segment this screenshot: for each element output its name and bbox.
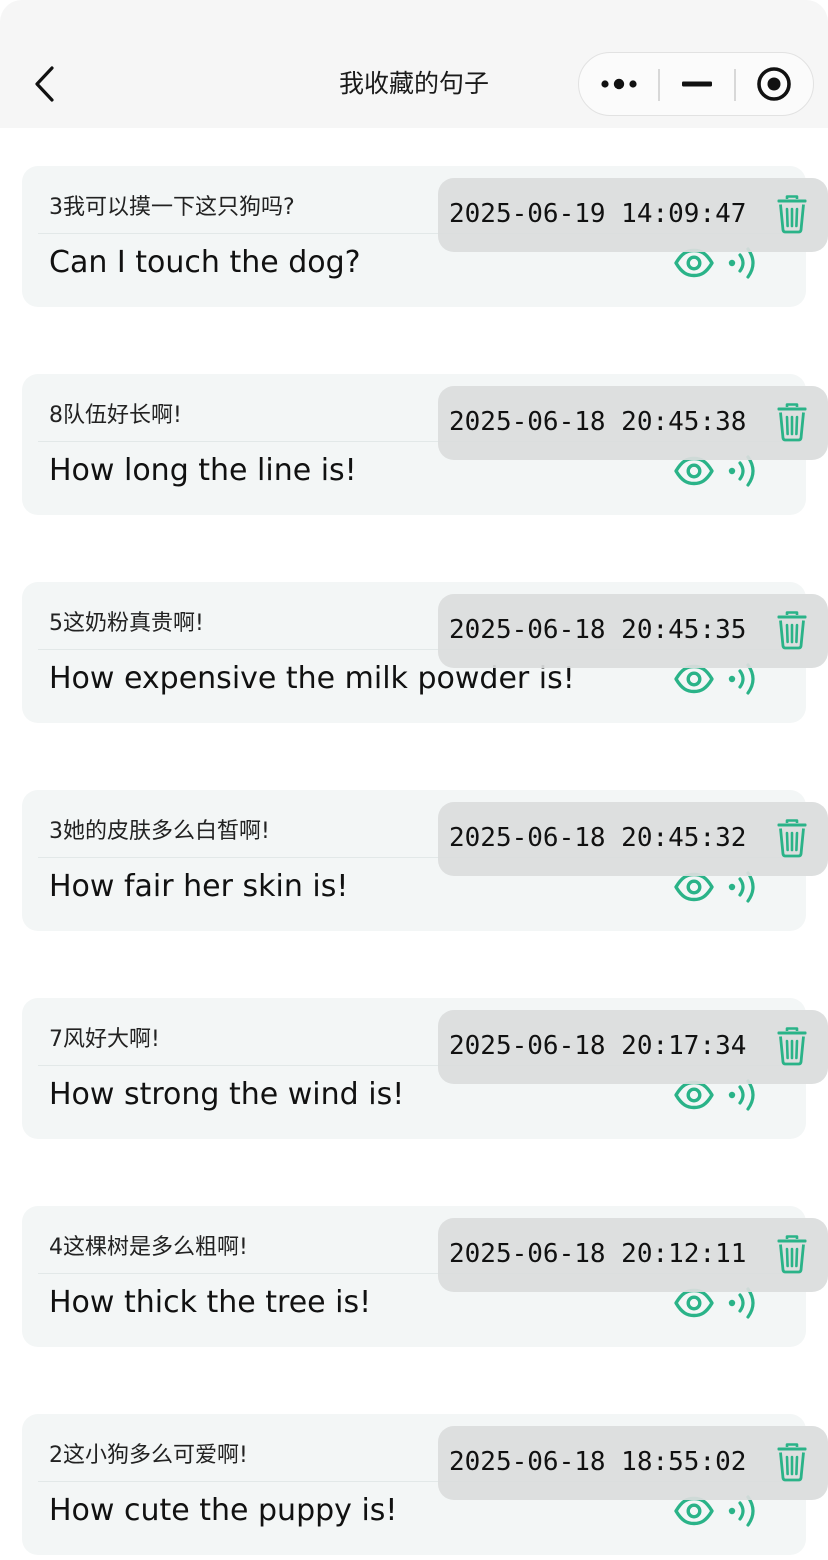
chinese-sentence: 4这棵树是多么粗啊! [49,1235,248,1260]
eye-icon [673,1496,715,1526]
minimize-button[interactable] [659,53,735,114]
sentence-item: 7风好大啊! How strong the wind is! 2025-06-18 … [0,960,828,1140]
more-dots-icon [601,78,637,89]
english-sentence: Can I touch the dog? [49,245,361,280]
chinese-sentence: 3我可以摸一下这只狗吗? [49,195,295,220]
english-sentence: How cute the puppy is! [49,1493,398,1528]
trash-icon [776,818,808,858]
timestamp-text: 2025-06-18 20:12:11 [449,1239,747,1269]
chinese-sentence: 3她的皮肤多么白皙啊! [49,819,270,844]
english-sentence: How fair her skin is! [49,869,349,904]
sentence-item: 3我可以摸一下这只狗吗? Can I touch the dog? 2025-06-… [0,128,828,308]
delete-button[interactable] [772,1232,812,1276]
delete-button[interactable] [772,816,812,860]
sentence-item: 3她的皮肤多么白皙啊! How fair her skin is! 2025-06-… [0,752,828,932]
trash-icon [776,402,808,442]
chinese-sentence: 2这小狗多么可爱啊! [49,1443,248,1468]
target-close-icon [757,66,791,101]
timestamp-badge: 2025-06-18 20:12:11 [438,1218,828,1292]
delete-button[interactable] [772,192,812,236]
timestamp-text: 2025-06-19 14:09:47 [449,199,747,229]
trash-icon [776,1026,808,1066]
minimize-icon [682,81,712,86]
sentence-item: 2这小狗多么可爱啊! How cute the puppy is! 2025-06-… [0,1376,828,1556]
delete-button[interactable] [772,400,812,444]
timestamp-badge: 2025-06-18 20:17:34 [438,1010,828,1084]
timestamp-text: 2025-06-18 20:17:34 [449,1031,747,1061]
timestamp-badge: 2025-06-18 20:45:38 [438,386,828,460]
timestamp-badge: 2025-06-18 20:45:35 [438,594,828,668]
close-mini-program-button[interactable] [735,53,813,114]
timestamp-text: 2025-06-18 20:45:32 [449,823,747,853]
trash-icon [776,194,808,234]
favorite-sentence-list: 3我可以摸一下这只狗吗? Can I touch the dog? 2025-06-… [0,128,828,1560]
trash-icon [776,1442,808,1482]
timestamp-badge: 2025-06-19 14:09:47 [438,178,828,252]
eye-icon [673,456,715,486]
timestamp-badge: 2025-06-18 20:45:32 [438,802,828,876]
more-button[interactable] [579,53,659,114]
eye-icon [673,1288,715,1318]
delete-button[interactable] [772,1440,812,1484]
english-sentence: How strong the wind is! [49,1077,405,1112]
english-sentence: How thick the tree is! [49,1285,372,1320]
mini-program-capsule [578,52,814,116]
sentence-item: 5这奶粉真贵啊! How expensive the milk powder is… [0,544,828,724]
timestamp-text: 2025-06-18 18:55:02 [449,1447,747,1477]
timestamp-text: 2025-06-18 20:45:38 [449,407,747,437]
trash-icon [776,1234,808,1274]
trash-icon [776,610,808,650]
chinese-sentence: 8队伍好长啊! [49,403,182,428]
sentence-item: 8队伍好长啊! How long the line is! 2025-06-18 2… [0,336,828,516]
sentence-item: 4这棵树是多么粗啊! How thick the tree is! 2025-06-… [0,1168,828,1348]
eye-icon [673,248,715,278]
delete-button[interactable] [772,1024,812,1068]
eye-icon [673,872,715,902]
navigation-bar: 我收藏的句子 [0,0,828,128]
eye-icon [673,664,715,694]
eye-icon [673,1080,715,1110]
english-sentence: How long the line is! [49,453,357,488]
chinese-sentence: 7风好大啊! [49,1027,160,1052]
chinese-sentence: 5这奶粉真贵啊! [49,611,204,636]
delete-button[interactable] [772,608,812,652]
timestamp-badge: 2025-06-18 18:55:02 [438,1426,828,1500]
timestamp-text: 2025-06-18 20:45:35 [449,615,747,645]
